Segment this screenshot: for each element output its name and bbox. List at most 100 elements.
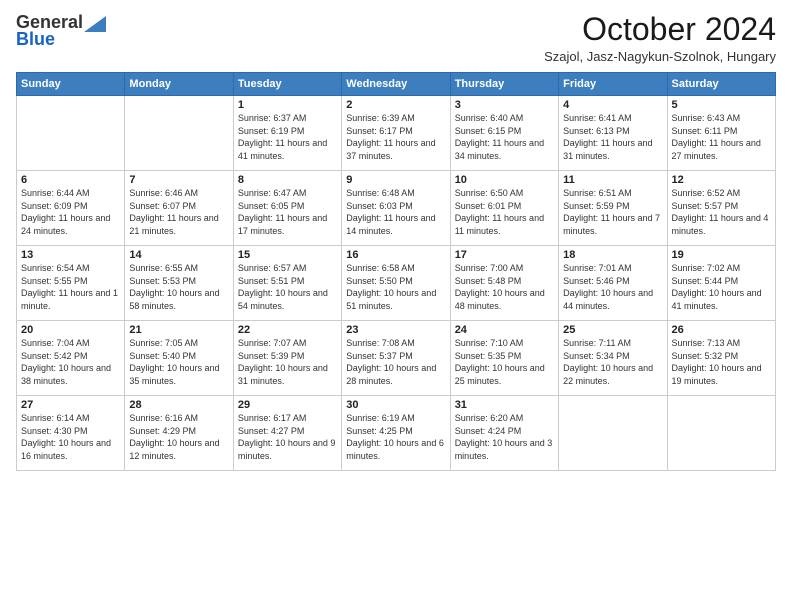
day-number: 28 (129, 399, 228, 411)
calendar-day-header: Wednesday (342, 73, 450, 96)
calendar-cell: 4Sunrise: 6:41 AM Sunset: 6:13 PM Daylig… (559, 96, 667, 171)
day-info: Sunrise: 6:57 AM Sunset: 5:51 PM Dayligh… (238, 262, 337, 312)
day-info: Sunrise: 6:19 AM Sunset: 4:25 PM Dayligh… (346, 412, 445, 462)
day-number: 5 (672, 99, 771, 111)
header: General Blue October 2024 Szajol, Jasz-N… (16, 12, 776, 64)
logo-icon (84, 16, 106, 32)
day-info: Sunrise: 6:17 AM Sunset: 4:27 PM Dayligh… (238, 412, 337, 462)
day-number: 8 (238, 174, 337, 186)
day-info: Sunrise: 7:00 AM Sunset: 5:48 PM Dayligh… (455, 262, 554, 312)
calendar-cell: 22Sunrise: 7:07 AM Sunset: 5:39 PM Dayli… (233, 321, 341, 396)
day-number: 18 (563, 249, 662, 261)
day-number: 15 (238, 249, 337, 261)
day-number: 30 (346, 399, 445, 411)
calendar-week-row: 6Sunrise: 6:44 AM Sunset: 6:09 PM Daylig… (17, 171, 776, 246)
day-number: 25 (563, 324, 662, 336)
calendar-cell: 21Sunrise: 7:05 AM Sunset: 5:40 PM Dayli… (125, 321, 233, 396)
day-number: 16 (346, 249, 445, 261)
calendar-day-header: Monday (125, 73, 233, 96)
calendar-cell: 13Sunrise: 6:54 AM Sunset: 5:55 PM Dayli… (17, 246, 125, 321)
day-info: Sunrise: 6:51 AM Sunset: 5:59 PM Dayligh… (563, 187, 662, 237)
day-info: Sunrise: 6:39 AM Sunset: 6:17 PM Dayligh… (346, 112, 445, 162)
day-info: Sunrise: 7:07 AM Sunset: 5:39 PM Dayligh… (238, 337, 337, 387)
calendar-week-row: 13Sunrise: 6:54 AM Sunset: 5:55 PM Dayli… (17, 246, 776, 321)
calendar-day-header: Thursday (450, 73, 558, 96)
calendar-cell: 24Sunrise: 7:10 AM Sunset: 5:35 PM Dayli… (450, 321, 558, 396)
day-number: 21 (129, 324, 228, 336)
day-info: Sunrise: 7:13 AM Sunset: 5:32 PM Dayligh… (672, 337, 771, 387)
day-number: 14 (129, 249, 228, 261)
day-info: Sunrise: 7:05 AM Sunset: 5:40 PM Dayligh… (129, 337, 228, 387)
day-info: Sunrise: 6:16 AM Sunset: 4:29 PM Dayligh… (129, 412, 228, 462)
calendar-cell: 17Sunrise: 7:00 AM Sunset: 5:48 PM Dayli… (450, 246, 558, 321)
calendar-cell: 27Sunrise: 6:14 AM Sunset: 4:30 PM Dayli… (17, 396, 125, 471)
day-number: 13 (21, 249, 120, 261)
day-info: Sunrise: 6:40 AM Sunset: 6:15 PM Dayligh… (455, 112, 554, 162)
day-info: Sunrise: 6:44 AM Sunset: 6:09 PM Dayligh… (21, 187, 120, 237)
calendar-cell: 7Sunrise: 6:46 AM Sunset: 6:07 PM Daylig… (125, 171, 233, 246)
day-number: 17 (455, 249, 554, 261)
calendar-cell (559, 396, 667, 471)
day-number: 9 (346, 174, 445, 186)
calendar-cell: 3Sunrise: 6:40 AM Sunset: 6:15 PM Daylig… (450, 96, 558, 171)
day-info: Sunrise: 6:55 AM Sunset: 5:53 PM Dayligh… (129, 262, 228, 312)
calendar-cell: 19Sunrise: 7:02 AM Sunset: 5:44 PM Dayli… (667, 246, 775, 321)
day-info: Sunrise: 6:14 AM Sunset: 4:30 PM Dayligh… (21, 412, 120, 462)
day-number: 19 (672, 249, 771, 261)
calendar-header-row: SundayMondayTuesdayWednesdayThursdayFrid… (17, 73, 776, 96)
day-info: Sunrise: 6:52 AM Sunset: 5:57 PM Dayligh… (672, 187, 771, 237)
day-number: 11 (563, 174, 662, 186)
title-section: October 2024 Szajol, Jasz-Nagykun-Szolno… (544, 12, 776, 64)
month-title: October 2024 (544, 12, 776, 47)
day-number: 12 (672, 174, 771, 186)
day-info: Sunrise: 6:47 AM Sunset: 6:05 PM Dayligh… (238, 187, 337, 237)
day-info: Sunrise: 7:04 AM Sunset: 5:42 PM Dayligh… (21, 337, 120, 387)
calendar-cell: 28Sunrise: 6:16 AM Sunset: 4:29 PM Dayli… (125, 396, 233, 471)
day-number: 26 (672, 324, 771, 336)
calendar-cell (125, 96, 233, 171)
day-number: 4 (563, 99, 662, 111)
day-info: Sunrise: 6:54 AM Sunset: 5:55 PM Dayligh… (21, 262, 120, 312)
calendar-cell: 23Sunrise: 7:08 AM Sunset: 5:37 PM Dayli… (342, 321, 450, 396)
calendar-cell: 10Sunrise: 6:50 AM Sunset: 6:01 PM Dayli… (450, 171, 558, 246)
day-info: Sunrise: 7:11 AM Sunset: 5:34 PM Dayligh… (563, 337, 662, 387)
calendar-week-row: 27Sunrise: 6:14 AM Sunset: 4:30 PM Dayli… (17, 396, 776, 471)
day-number: 24 (455, 324, 554, 336)
calendar-day-header: Saturday (667, 73, 775, 96)
day-number: 20 (21, 324, 120, 336)
day-number: 7 (129, 174, 228, 186)
calendar-cell: 2Sunrise: 6:39 AM Sunset: 6:17 PM Daylig… (342, 96, 450, 171)
day-info: Sunrise: 7:10 AM Sunset: 5:35 PM Dayligh… (455, 337, 554, 387)
day-number: 3 (455, 99, 554, 111)
day-info: Sunrise: 6:37 AM Sunset: 6:19 PM Dayligh… (238, 112, 337, 162)
logo-blue: Blue (16, 29, 55, 50)
calendar-cell (17, 96, 125, 171)
calendar-cell: 5Sunrise: 6:43 AM Sunset: 6:11 PM Daylig… (667, 96, 775, 171)
day-info: Sunrise: 6:20 AM Sunset: 4:24 PM Dayligh… (455, 412, 554, 462)
day-info: Sunrise: 6:43 AM Sunset: 6:11 PM Dayligh… (672, 112, 771, 162)
calendar-cell: 8Sunrise: 6:47 AM Sunset: 6:05 PM Daylig… (233, 171, 341, 246)
calendar-week-row: 20Sunrise: 7:04 AM Sunset: 5:42 PM Dayli… (17, 321, 776, 396)
calendar-cell: 18Sunrise: 7:01 AM Sunset: 5:46 PM Dayli… (559, 246, 667, 321)
calendar-cell: 25Sunrise: 7:11 AM Sunset: 5:34 PM Dayli… (559, 321, 667, 396)
day-number: 22 (238, 324, 337, 336)
calendar-cell: 29Sunrise: 6:17 AM Sunset: 4:27 PM Dayli… (233, 396, 341, 471)
day-info: Sunrise: 7:02 AM Sunset: 5:44 PM Dayligh… (672, 262, 771, 312)
calendar-cell: 31Sunrise: 6:20 AM Sunset: 4:24 PM Dayli… (450, 396, 558, 471)
day-info: Sunrise: 7:01 AM Sunset: 5:46 PM Dayligh… (563, 262, 662, 312)
calendar-cell: 11Sunrise: 6:51 AM Sunset: 5:59 PM Dayli… (559, 171, 667, 246)
calendar-cell: 6Sunrise: 6:44 AM Sunset: 6:09 PM Daylig… (17, 171, 125, 246)
calendar-cell (667, 396, 775, 471)
logo: General Blue (16, 12, 106, 50)
day-number: 6 (21, 174, 120, 186)
calendar-day-header: Sunday (17, 73, 125, 96)
calendar-cell: 15Sunrise: 6:57 AM Sunset: 5:51 PM Dayli… (233, 246, 341, 321)
day-number: 31 (455, 399, 554, 411)
calendar-cell: 20Sunrise: 7:04 AM Sunset: 5:42 PM Dayli… (17, 321, 125, 396)
day-number: 10 (455, 174, 554, 186)
calendar-day-header: Tuesday (233, 73, 341, 96)
day-number: 2 (346, 99, 445, 111)
day-info: Sunrise: 6:46 AM Sunset: 6:07 PM Dayligh… (129, 187, 228, 237)
calendar-week-row: 1Sunrise: 6:37 AM Sunset: 6:19 PM Daylig… (17, 96, 776, 171)
day-number: 29 (238, 399, 337, 411)
